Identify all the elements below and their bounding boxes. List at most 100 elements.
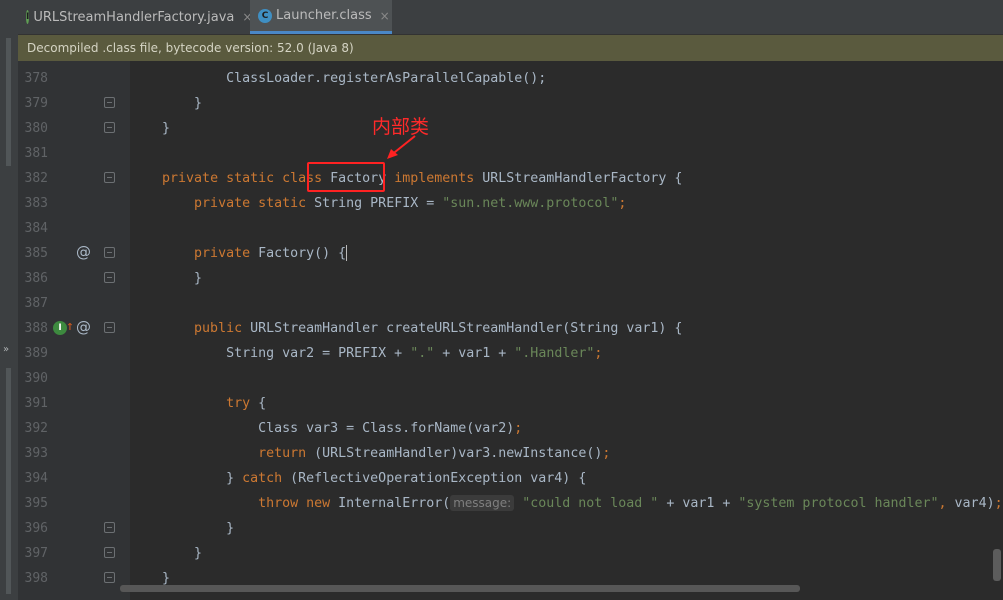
code-line[interactable]: Class var3 = Class.forName(var2); bbox=[130, 416, 522, 441]
line-number: 396 bbox=[24, 521, 48, 536]
code-token: ClassLoader.registerAsParallelCapable(); bbox=[130, 71, 547, 86]
gutter-row[interactable]: 394 bbox=[18, 466, 130, 491]
gutter-row[interactable]: 381 bbox=[18, 141, 130, 166]
code-token: (ReflectiveOperationException var4) { bbox=[290, 471, 587, 486]
code-token: implements bbox=[394, 171, 483, 186]
gutter-row[interactable]: 389 bbox=[18, 341, 130, 366]
java-class-icon: C bbox=[258, 8, 272, 23]
gutter-row[interactable]: 383 bbox=[18, 191, 130, 216]
close-tab-icon[interactable]: × bbox=[380, 9, 390, 23]
code-line[interactable]: private static class Factory implements … bbox=[130, 166, 682, 191]
fold-marker-icon[interactable] bbox=[104, 322, 115, 333]
code-line[interactable]: } bbox=[130, 541, 202, 566]
tab-label: URLStreamHandlerFactory.java bbox=[33, 9, 235, 25]
code-line[interactable]: } bbox=[130, 116, 170, 141]
fold-marker-icon[interactable] bbox=[104, 172, 115, 183]
code-token: private bbox=[194, 246, 259, 261]
code-area[interactable]: ClassLoader.registerAsParallelCapable();… bbox=[130, 61, 1003, 600]
gutter-row[interactable]: 386 bbox=[18, 266, 130, 291]
gutter-row[interactable]: 396 bbox=[18, 516, 130, 541]
line-number: 393 bbox=[24, 446, 48, 461]
line-number: 384 bbox=[24, 221, 48, 236]
fold-marker-icon[interactable] bbox=[104, 547, 115, 558]
tab-urlstreamhandlerfactory[interactable]: I URLStreamHandlerFactory.java × bbox=[18, 0, 252, 34]
code-token: private static class bbox=[162, 171, 331, 186]
expand-chevron-icon[interactable]: » bbox=[3, 344, 9, 355]
go-to-super-arrow-icon[interactable]: ↑ bbox=[66, 317, 74, 337]
fold-marker-icon[interactable] bbox=[104, 572, 115, 583]
gutter-row[interactable]: 390 bbox=[18, 366, 130, 391]
code-editor[interactable]: 378 379 380 381 382 383 384 385 @386 387 388 @ I ↑ 389… bbox=[18, 61, 1003, 600]
gutter-row[interactable]: 391 bbox=[18, 391, 130, 416]
code-token: ; bbox=[994, 496, 1003, 511]
tab-launcher-class[interactable]: C Launcher.class × bbox=[250, 0, 392, 34]
fold-marker-icon[interactable] bbox=[104, 272, 115, 283]
gutter-row[interactable]: 384 bbox=[18, 216, 130, 241]
code-token: String var2 = PREFIX + bbox=[130, 346, 411, 361]
gutter-row[interactable]: 388 @ I ↑ bbox=[18, 316, 130, 341]
horizontal-scrollbar[interactable] bbox=[120, 585, 800, 592]
gutter-row[interactable]: 392 bbox=[18, 416, 130, 441]
gutter-row[interactable]: 397 bbox=[18, 541, 130, 566]
gutter-row[interactable]: 393 bbox=[18, 441, 130, 466]
annotation-arrow-icon bbox=[387, 135, 416, 159]
code-token: String PREFIX = bbox=[314, 196, 443, 211]
left-tool-strip[interactable]: » bbox=[0, 0, 19, 600]
gutter-row[interactable]: 387 bbox=[18, 291, 130, 316]
line-number: 387 bbox=[24, 296, 48, 311]
code-token: } bbox=[130, 271, 203, 286]
code-token: throw new bbox=[258, 496, 339, 511]
gutter-row[interactable]: 395 bbox=[18, 491, 130, 516]
fold-marker-icon[interactable] bbox=[104, 122, 115, 133]
code-line[interactable]: } bbox=[130, 91, 202, 116]
code-token: } bbox=[130, 521, 235, 536]
gutter-row[interactable]: 380 bbox=[18, 116, 130, 141]
implements-method-icon[interactable]: I bbox=[53, 321, 67, 335]
tab-label: Launcher.class bbox=[276, 8, 372, 23]
gutter-row[interactable]: 379 bbox=[18, 91, 130, 116]
code-line[interactable]: private Factory() { bbox=[130, 241, 348, 266]
code-token: "system protocol handler" bbox=[738, 496, 939, 511]
editor-tab-bar: I URLStreamHandlerFactory.java × C Launc… bbox=[18, 0, 1003, 35]
code-line[interactable]: ClassLoader.registerAsParallelCapable(); bbox=[130, 66, 546, 91]
line-number: 382 bbox=[24, 171, 48, 186]
code-line[interactable]: } catch (ReflectiveOperationException va… bbox=[130, 466, 586, 491]
line-number: 392 bbox=[24, 421, 48, 436]
code-token: public bbox=[194, 321, 251, 336]
code-line[interactable]: } bbox=[130, 266, 202, 291]
code-line[interactable]: } bbox=[130, 516, 234, 541]
code-line[interactable]: try { bbox=[130, 391, 266, 416]
fold-marker-icon[interactable] bbox=[104, 247, 115, 258]
gutter-row[interactable]: 378 bbox=[18, 66, 130, 91]
code-token: } bbox=[130, 471, 243, 486]
override-at-icon[interactable]: @ bbox=[76, 241, 91, 264]
code-line[interactable]: throw new InternalError(message: "could … bbox=[130, 491, 1003, 516]
code-token: + var1 + bbox=[658, 496, 739, 511]
fold-marker-icon[interactable] bbox=[104, 522, 115, 533]
tool-strip-bar[interactable] bbox=[6, 368, 11, 594]
code-token: } bbox=[130, 121, 171, 136]
code-token: URLStreamHandler createURLStreamHandler(… bbox=[250, 321, 683, 336]
line-number: 391 bbox=[24, 396, 48, 411]
override-at-icon[interactable]: @ bbox=[76, 316, 91, 339]
code-token: { bbox=[258, 396, 267, 411]
code-line[interactable]: return (URLStreamHandler)var3.newInstanc… bbox=[130, 441, 610, 466]
code-token: URLStreamHandlerFactory { bbox=[482, 171, 683, 186]
tool-strip-bar[interactable] bbox=[6, 38, 11, 166]
line-number-gutter[interactable]: 378 379 380 381 382 383 384 385 @386 387 388 @ I ↑ 389… bbox=[18, 61, 130, 600]
code-line[interactable]: public URLStreamHandler createURLStreamH… bbox=[130, 316, 682, 341]
line-number: 383 bbox=[24, 196, 48, 211]
fold-marker-icon[interactable] bbox=[104, 97, 115, 108]
gutter-row[interactable]: 382 bbox=[18, 166, 130, 191]
vertical-scrollbar[interactable] bbox=[993, 549, 1001, 581]
text-caret bbox=[346, 245, 348, 261]
parameter-hint: message: bbox=[450, 495, 515, 511]
code-line[interactable]: private static String PREFIX = "sun.net.… bbox=[130, 191, 626, 216]
gutter-row[interactable]: 385 @ bbox=[18, 241, 130, 266]
code-line[interactable]: String var2 = PREFIX + "." + var1 + ".Ha… bbox=[130, 341, 602, 366]
gutter-row[interactable]: 398 bbox=[18, 566, 130, 591]
line-number: 397 bbox=[24, 546, 48, 561]
code-token: ; bbox=[618, 196, 627, 211]
